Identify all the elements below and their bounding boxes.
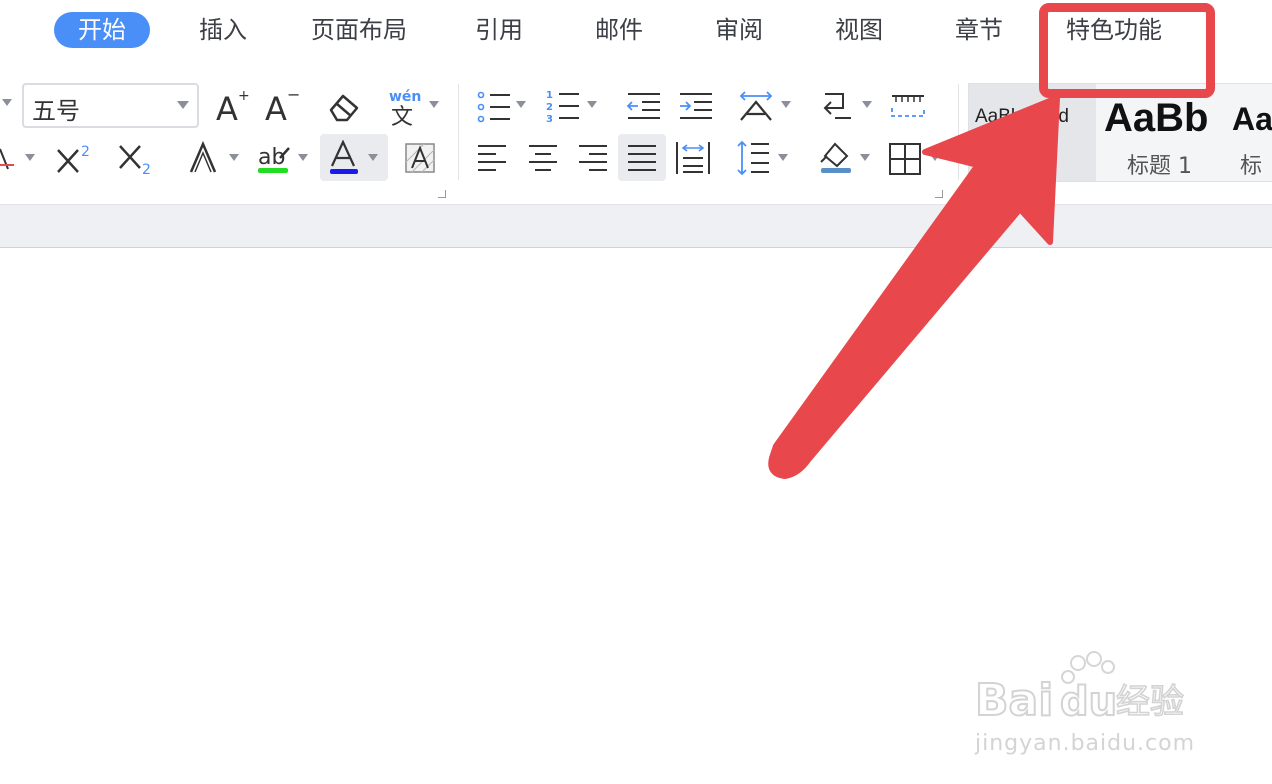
baidu-watermark-logo: Bai du 经验	[974, 651, 1185, 727]
watermark-url: jingyan.baidu.com	[975, 731, 1196, 756]
svg-text:Bai: Bai	[975, 675, 1053, 726]
svg-text:经验: 经验	[1116, 682, 1184, 722]
svg-text:du: du	[1060, 679, 1117, 725]
